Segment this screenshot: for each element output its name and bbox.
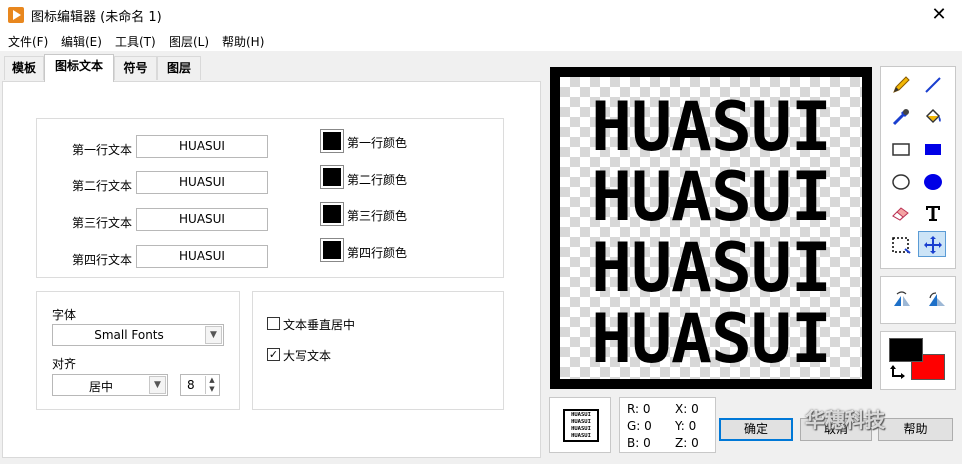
- font-size-value: 8: [187, 378, 195, 392]
- menu-tools[interactable]: 工具(T): [115, 33, 156, 50]
- window-title: 图标编辑器 (未命名 1): [31, 10, 162, 25]
- readout-g: G: 0: [627, 419, 652, 433]
- line2-color-fill: [323, 168, 341, 186]
- chevron-down-icon: ▼: [149, 376, 166, 394]
- line1-label: 第一行文本: [72, 143, 133, 157]
- eraser-icon[interactable]: [887, 200, 915, 226]
- swap-colors-icon[interactable]: [890, 365, 908, 381]
- watermark: 华穗科技: [805, 408, 885, 432]
- tab-content: 第一行文本 HUASUI 第一行颜色 第二行文本 HUASUI 第二行颜色 第三…: [2, 81, 541, 458]
- spinner-arrows-icon[interactable]: ▲ ▼: [205, 376, 218, 394]
- canvas-line-1: HUASUI: [591, 88, 832, 167]
- preview-line: HUASUI: [571, 412, 591, 418]
- line4-color-fill: [323, 241, 341, 259]
- preview-line: HUASUI: [571, 426, 591, 432]
- preview-thumbnail: HUASUI HUASUI HUASUI HUASUI: [563, 409, 599, 442]
- tab-icon-text[interactable]: 图标文本: [44, 54, 114, 82]
- rotate-icon[interactable]: [921, 287, 949, 313]
- icon-canvas[interactable]: HUASUI HUASUI HUASUI HUASUI: [550, 67, 872, 389]
- line3-text-input[interactable]: HUASUI: [136, 208, 268, 231]
- align-select[interactable]: 居中 ▼: [52, 374, 168, 396]
- line1-color-swatch[interactable]: [320, 129, 344, 153]
- ok-button[interactable]: 确定: [719, 418, 793, 441]
- vcenter-label: 文本垂直居中: [283, 318, 356, 332]
- menu-layers[interactable]: 图层(L): [169, 33, 209, 50]
- filled-ellipse-icon[interactable]: [919, 168, 947, 194]
- title-bar: 图标编辑器 (未命名 1) ✕: [0, 0, 962, 30]
- text-tool-icon[interactable]: [919, 200, 947, 226]
- checkbox-box[interactable]: [267, 317, 280, 330]
- menu-bar: 文件(F) 编辑(E) 工具(T) 图层(L) 帮助(H): [0, 30, 962, 51]
- font-select-value: Small Fonts: [94, 328, 164, 342]
- color-picker-icon[interactable]: [887, 104, 915, 130]
- uppercase-checkbox[interactable]: ✓ 大写文本: [267, 347, 387, 363]
- canvas-line-3: HUASUI: [591, 229, 832, 308]
- close-button[interactable]: ✕: [916, 0, 962, 30]
- line4-label: 第四行文本: [72, 253, 133, 267]
- flip-horizontal-icon[interactable]: [887, 287, 915, 313]
- options-group: 文本垂直居中 ✓ 大写文本: [252, 291, 504, 410]
- vcenter-checkbox[interactable]: 文本垂直居中: [267, 316, 387, 332]
- line4-text-input[interactable]: HUASUI: [136, 245, 268, 268]
- readout-y: Y: 0: [675, 419, 697, 433]
- line3-color-swatch[interactable]: [320, 202, 344, 226]
- text-lines-group: 第一行文本 HUASUI 第一行颜色 第二行文本 HUASUI 第二行颜色 第三…: [36, 118, 504, 278]
- canvas-line-2: HUASUI: [591, 158, 832, 237]
- line1-color-label: 第一行颜色: [347, 136, 408, 150]
- line2-color-label: 第二行颜色: [347, 173, 408, 187]
- line1-color-fill: [323, 132, 341, 150]
- tab-layers[interactable]: 图层: [157, 56, 201, 80]
- ellipse-icon[interactable]: [887, 168, 915, 194]
- menu-file[interactable]: 文件(F): [8, 33, 48, 50]
- align-select-value: 居中: [88, 380, 113, 394]
- tab-symbols[interactable]: 符号: [114, 56, 157, 80]
- icon-preview: HUASUI HUASUI HUASUI HUASUI: [549, 397, 611, 453]
- help-button[interactable]: 帮助: [878, 418, 953, 441]
- align-label: 对齐: [52, 357, 77, 371]
- chevron-down-icon: ▼: [205, 326, 222, 344]
- app-icon: [8, 7, 24, 23]
- line2-label: 第二行文本: [72, 179, 133, 193]
- line4-color-label: 第四行颜色: [347, 246, 408, 260]
- tool-palette: [880, 66, 956, 269]
- menu-help[interactable]: 帮助(H): [222, 33, 264, 50]
- line4-color-swatch[interactable]: [320, 238, 344, 262]
- line-icon[interactable]: [919, 72, 947, 98]
- tab-templates[interactable]: 模板: [4, 56, 44, 80]
- readout-z: Z: 0: [675, 436, 699, 450]
- pixel-readout: R: 0 G: 0 B: 0 X: 0 Y: 0 Z: 0: [619, 397, 716, 453]
- font-select[interactable]: Small Fonts ▼: [52, 324, 224, 346]
- font-group: 字体 Small Fonts ▼ 对齐 居中 ▼ 8 ▲ ▼: [36, 291, 240, 410]
- line3-label: 第三行文本: [72, 216, 133, 230]
- preview-line: HUASUI: [571, 433, 591, 439]
- font-label: 字体: [52, 308, 77, 322]
- checkmark-icon[interactable]: ✓: [267, 348, 280, 361]
- line2-text-input[interactable]: HUASUI: [136, 171, 268, 194]
- readout-x: X: 0: [675, 402, 699, 416]
- preview-line: HUASUI: [571, 419, 591, 425]
- rectangle-icon[interactable]: [887, 136, 915, 162]
- selection-icon[interactable]: [887, 232, 915, 258]
- foreground-color[interactable]: [889, 338, 923, 362]
- font-size-spinner[interactable]: 8 ▲ ▼: [180, 374, 220, 396]
- readout-r: R: 0: [627, 402, 651, 416]
- line3-color-fill: [323, 205, 341, 223]
- canvas-line-4: HUASUI: [591, 300, 832, 379]
- transform-panel: [880, 276, 956, 324]
- move-icon[interactable]: [918, 231, 946, 257]
- line2-color-swatch[interactable]: [320, 165, 344, 189]
- filled-rectangle-icon[interactable]: [919, 136, 947, 162]
- line3-color-label: 第三行颜色: [347, 209, 408, 223]
- uppercase-label: 大写文本: [283, 349, 332, 363]
- readout-b: B: 0: [627, 436, 651, 450]
- menu-edit[interactable]: 编辑(E): [61, 33, 102, 50]
- fill-bucket-icon[interactable]: [919, 104, 947, 130]
- pencil-icon[interactable]: [887, 72, 915, 98]
- color-selector: [880, 331, 956, 390]
- line1-text-input[interactable]: HUASUI: [136, 135, 268, 158]
